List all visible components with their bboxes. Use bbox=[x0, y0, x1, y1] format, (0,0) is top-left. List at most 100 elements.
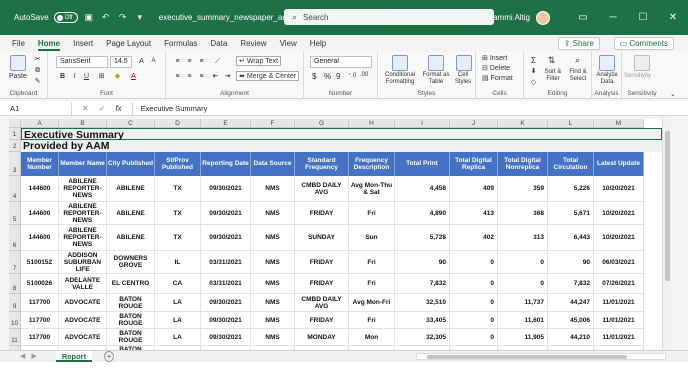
decrease-indent-icon[interactable]: ⇤ bbox=[210, 71, 221, 82]
table-cell[interactable]: 09/30/2021 bbox=[201, 176, 251, 202]
search-box[interactable]: ⌕ Search bbox=[284, 9, 494, 25]
table-cell[interactable]: 11/01/2021 bbox=[594, 329, 644, 346]
table-cell[interactable]: EL CENTRO bbox=[107, 274, 155, 294]
table-cell[interactable]: FRIDAY bbox=[295, 202, 349, 225]
table-cell[interactable]: 90 bbox=[395, 251, 450, 274]
column-header-d[interactable]: D bbox=[155, 119, 201, 128]
table-cell[interactable]: NMS bbox=[251, 274, 295, 294]
fill-color-icon[interactable]: ◆ bbox=[112, 71, 123, 82]
tab-insert[interactable]: Insert bbox=[73, 35, 93, 52]
table-cell[interactable]: 32,510 bbox=[395, 294, 450, 312]
orientation-icon[interactable]: ⟋ bbox=[212, 56, 223, 67]
table-cell[interactable]: 6,443 bbox=[548, 225, 594, 251]
table-cell[interactable]: IL bbox=[155, 251, 201, 274]
table-cell[interactable]: 09/30/2021 bbox=[201, 312, 251, 329]
wrap-text-button[interactable]: ↵ Wrap Text bbox=[236, 56, 282, 66]
table-cell[interactable]: 11,905 bbox=[498, 329, 548, 346]
column-header-m[interactable]: M bbox=[594, 119, 644, 128]
merge-center-button[interactable]: ⬌ Merge & Center bbox=[236, 71, 300, 81]
insert-function-icon[interactable]: fx bbox=[115, 104, 121, 113]
cut-icon[interactable]: ✂ bbox=[32, 54, 43, 65]
comma-icon[interactable]: 9 bbox=[336, 72, 340, 81]
table-header-cell[interactable]: Member Number bbox=[21, 152, 59, 176]
table-cell[interactable]: DOWNERS GROVE bbox=[107, 251, 155, 274]
conditional-formatting-icon[interactable] bbox=[392, 55, 408, 71]
row-header-9[interactable]: 9 bbox=[9, 294, 21, 312]
format-table-button[interactable]: Format as Table bbox=[420, 72, 452, 86]
table-cell[interactable]: 07/26/2021 bbox=[594, 274, 644, 294]
table-cell[interactable]: BATON ROUGE bbox=[107, 294, 155, 312]
column-header-i[interactable]: I bbox=[395, 119, 450, 128]
table-cell[interactable]: 368 bbox=[498, 202, 548, 225]
table-cell[interactable]: 09/30/2021 bbox=[201, 329, 251, 346]
increase-indent-icon[interactable]: ⇥ bbox=[222, 71, 233, 82]
enter-icon[interactable]: ✓ bbox=[99, 104, 106, 113]
sheet-nav-icon[interactable]: ◀▶ bbox=[20, 352, 43, 360]
table-cell[interactable]: 117700 bbox=[21, 312, 59, 329]
row-header-8[interactable]: 8 bbox=[9, 274, 21, 294]
table-cell[interactable]: 5,728 bbox=[395, 225, 450, 251]
table-cell[interactable]: 144600 bbox=[21, 176, 59, 202]
table-cell[interactable]: NMS bbox=[251, 294, 295, 312]
row-header-10[interactable]: 10 bbox=[9, 312, 21, 329]
table-cell[interactable]: Sun bbox=[349, 225, 395, 251]
decrease-font-icon[interactable]: A bbox=[148, 56, 159, 67]
table-cell[interactable]: 09/30/2021 bbox=[201, 225, 251, 251]
tab-page-layout[interactable]: Page Layout bbox=[106, 35, 151, 52]
table-cell[interactable]: NMS bbox=[251, 202, 295, 225]
table-cell[interactable]: 11,601 bbox=[498, 312, 548, 329]
table-cell[interactable]: CA bbox=[155, 274, 201, 294]
table-cell[interactable]: 44,247 bbox=[548, 294, 594, 312]
autosum-icon[interactable]: Σ bbox=[528, 55, 539, 66]
table-cell[interactable]: 0 bbox=[450, 251, 498, 274]
table-cell[interactable]: 11/01/2021 bbox=[594, 294, 644, 312]
column-header-a[interactable]: A bbox=[21, 119, 59, 128]
insert-button[interactable]: ⊞ Insert bbox=[482, 54, 507, 62]
table-cell[interactable]: 0 bbox=[498, 274, 548, 294]
tab-formulas[interactable]: Formulas bbox=[164, 35, 197, 52]
minimize-icon[interactable]: ─ bbox=[598, 12, 628, 23]
autosave-toggle[interactable]: Off bbox=[53, 12, 78, 23]
avatar[interactable] bbox=[536, 10, 550, 25]
table-cell[interactable]: 09/30/2021 bbox=[201, 294, 251, 312]
currency-icon[interactable]: $ bbox=[312, 72, 316, 81]
table-cell[interactable]: 402 bbox=[450, 225, 498, 251]
table-cell[interactable]: 5100026 bbox=[21, 274, 59, 294]
underline-icon[interactable]: U bbox=[81, 71, 92, 82]
sheet-subtitle-cell[interactable]: Provided by AAM bbox=[21, 140, 662, 152]
sort-filter-icon[interactable]: ⇅ bbox=[546, 55, 557, 66]
italic-icon[interactable]: I bbox=[69, 71, 80, 82]
column-header-c[interactable]: C bbox=[107, 119, 155, 128]
collapse-ribbon-icon[interactable]: ⌄ bbox=[670, 90, 676, 98]
table-cell[interactable]: ADELANTE VALLE bbox=[59, 274, 107, 294]
table-cell[interactable]: 06/03/2021 bbox=[594, 251, 644, 274]
paste-icon[interactable] bbox=[10, 55, 26, 71]
table-cell[interactable]: 03/31/2021 bbox=[201, 274, 251, 294]
column-header-j[interactable]: J bbox=[450, 119, 498, 128]
table-header-cell[interactable]: Reporting Date bbox=[201, 152, 251, 176]
percent-icon[interactable]: % bbox=[324, 72, 331, 81]
table-header-cell[interactable]: Total Digital Nonreplica bbox=[498, 152, 548, 176]
table-cell[interactable]: 413 bbox=[450, 202, 498, 225]
table-cell[interactable]: BATON ROUGE bbox=[107, 312, 155, 329]
cell-styles-button[interactable]: Cell Styles bbox=[452, 72, 474, 86]
column-header-g[interactable]: G bbox=[295, 119, 349, 128]
row-header-11[interactable]: 11 bbox=[9, 329, 21, 346]
row-header-1[interactable]: 1 bbox=[9, 128, 21, 140]
fill-icon[interactable]: ⬇ bbox=[528, 66, 539, 77]
table-cell[interactable]: 144600 bbox=[21, 202, 59, 225]
clear-icon[interactable]: ◇ bbox=[528, 77, 539, 88]
table-cell[interactable]: 5,671 bbox=[548, 202, 594, 225]
table-cell[interactable]: LA bbox=[155, 312, 201, 329]
increase-font-icon[interactable]: A bbox=[136, 56, 147, 67]
table-cell[interactable]: ABILENE bbox=[107, 176, 155, 202]
tab-home[interactable]: Home bbox=[37, 35, 61, 52]
table-header-cell[interactable]: Data Source bbox=[251, 152, 295, 176]
table-cell[interactable]: 03/31/2021 bbox=[201, 251, 251, 274]
table-header-cell[interactable]: Total Print bbox=[395, 152, 450, 176]
bold-icon[interactable]: B bbox=[57, 71, 68, 82]
table-cell[interactable]: FRIDAY bbox=[295, 274, 349, 294]
table-cell[interactable]: 7,832 bbox=[548, 274, 594, 294]
sort-filter-button[interactable]: Sort & Filter bbox=[541, 69, 565, 83]
cancel-icon[interactable]: ✕ bbox=[82, 104, 89, 113]
